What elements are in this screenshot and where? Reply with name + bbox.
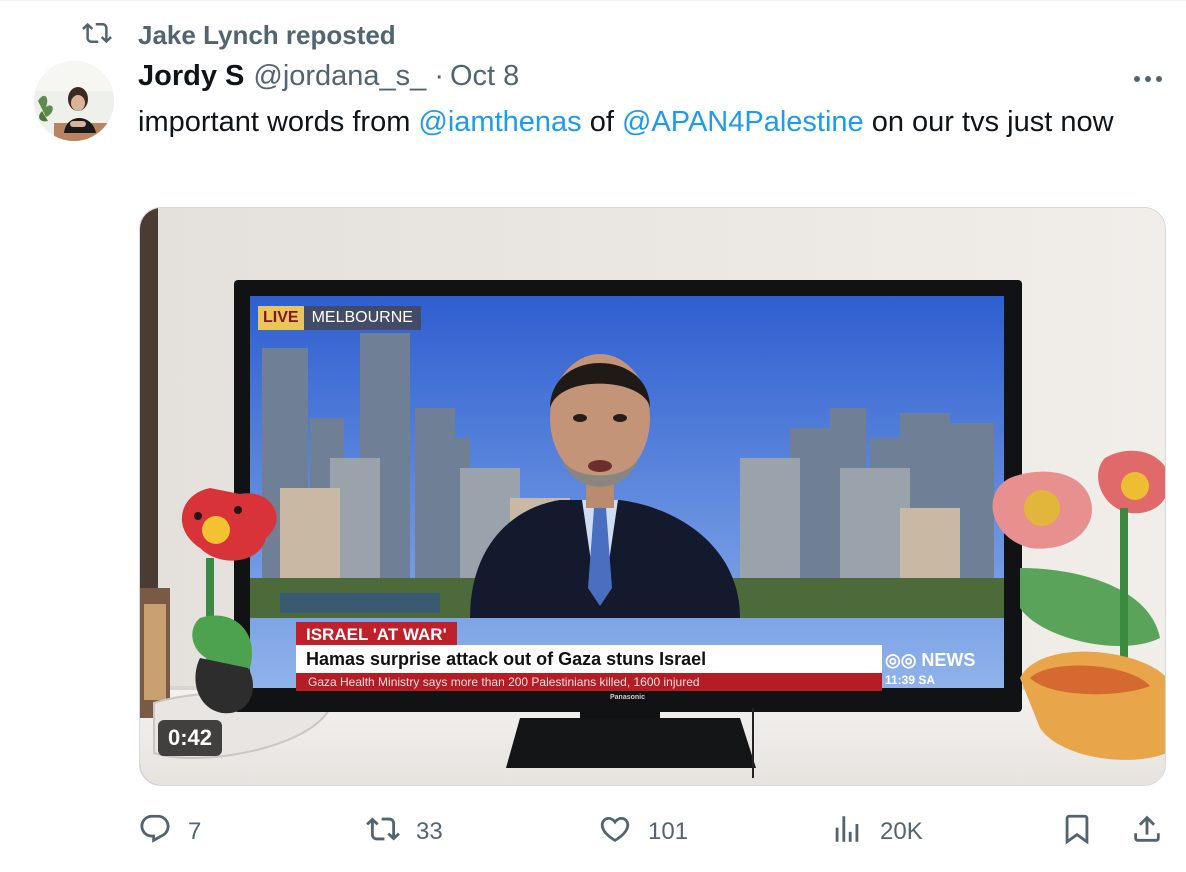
live-city: MELBOURNE (303, 306, 421, 330)
repost-button[interactable]: 33 (366, 808, 443, 856)
video-duration: 0:42 (158, 720, 223, 756)
display-name[interactable]: Jordy S (138, 60, 244, 93)
heart-icon (598, 812, 632, 853)
video-frame (140, 208, 1165, 785)
reply-icon (138, 812, 172, 853)
repost-count: 33 (416, 818, 443, 845)
news-ticker: Gaza Health Ministry says more than 200 … (296, 673, 882, 691)
user-handle[interactable]: @jordana_s_ (253, 60, 426, 93)
views-icon (830, 812, 864, 853)
more-options-button[interactable] (1126, 64, 1170, 94)
broadcast-time-value: 11:39 (885, 673, 916, 687)
mention-apan4palestine[interactable]: @APAN4Palestine (622, 106, 864, 138)
repost-indicator: Jake Lynch reposted (82, 18, 396, 53)
mention-iamthenas[interactable]: @iamthenas (418, 106, 581, 138)
share-button[interactable] (1130, 808, 1164, 856)
like-button[interactable]: 101 (598, 808, 688, 856)
more-icon (1133, 70, 1163, 88)
channel-logo: ◎◎ NEWS (885, 650, 975, 671)
top-divider (0, 0, 1186, 1)
separator-dot: · (434, 60, 444, 92)
tweet-header: Jordy S @jordana_s_ · Oct 8 (138, 60, 519, 100)
views-count: 20K (880, 818, 923, 845)
reply-button[interactable]: 7 (138, 808, 201, 856)
broadcast-time: 11:39 SA (885, 673, 935, 687)
tweet-date[interactable]: Oct 8 (450, 60, 519, 93)
video-player[interactable]: LIVE MELBOURNE ISRAEL 'AT WAR' Hamas sur… (139, 207, 1166, 786)
live-badge: LIVE MELBOURNE (258, 306, 421, 330)
like-count: 101 (648, 818, 689, 845)
broadcast-time-zone: SA (918, 673, 936, 687)
abc-logo-icon: ◎◎ (885, 650, 922, 670)
tweet-text-part: on our tvs just now (863, 106, 1114, 138)
views-button[interactable]: 20K (830, 808, 923, 856)
reply-count: 7 (188, 818, 202, 845)
news-headline: Hamas surprise attack out of Gaza stuns … (296, 645, 882, 673)
tweet-text-part: of (581, 106, 622, 138)
share-icon (1130, 812, 1164, 853)
avatar[interactable] (34, 61, 114, 141)
live-label: LIVE (258, 306, 304, 330)
tv-brand: Panasonic (610, 694, 646, 701)
action-bar: 7 33 101 20K (0, 808, 1186, 856)
bookmark-button[interactable] (1060, 808, 1094, 856)
repost-text[interactable]: Jake Lynch reposted (138, 20, 396, 51)
tweet-text-part: important words from (138, 106, 419, 138)
repost-icon (82, 18, 112, 53)
tweet-text: important words from @iamthenas of @APAN… (138, 102, 1138, 143)
repost-icon (366, 812, 400, 853)
bookmark-icon (1060, 812, 1094, 853)
channel-name: NEWS (921, 650, 976, 670)
